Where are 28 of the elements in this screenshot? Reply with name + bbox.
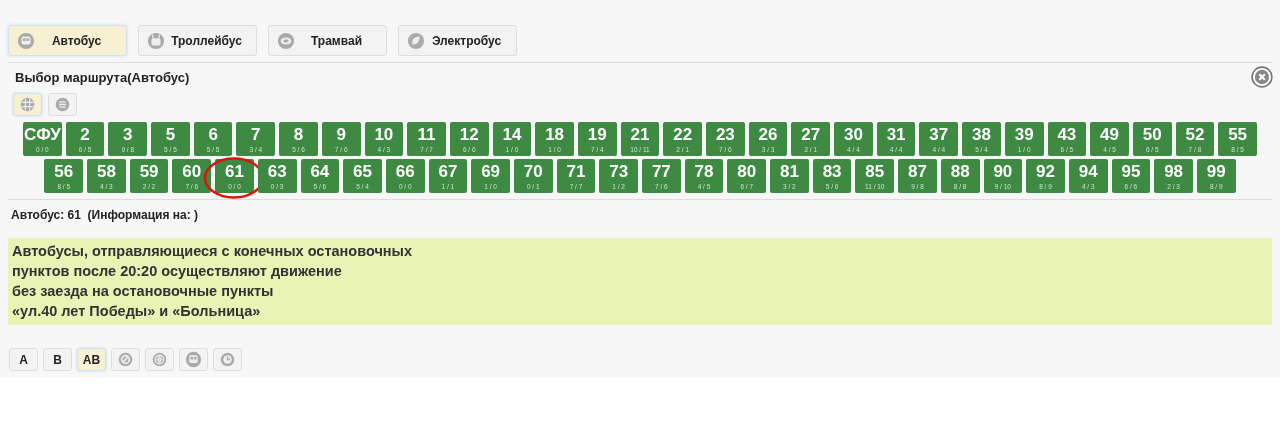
direction-button[interactable] — [145, 348, 174, 371]
direction-button[interactable]: B — [43, 348, 72, 371]
transport-tab[interactable]: Электробус — [398, 25, 517, 56]
direction-button[interactable] — [179, 348, 208, 371]
close-icon — [1251, 66, 1273, 88]
panel-title: Выбор маршрута(Автобус) — [15, 69, 190, 85]
list-icon — [54, 96, 71, 113]
clock-icon — [219, 351, 236, 368]
tram-icon — [277, 31, 295, 50]
direction-button[interactable]: A — [9, 348, 38, 371]
bus-icon — [17, 31, 35, 50]
view-toggle[interactable] — [48, 93, 77, 116]
close-button[interactable] — [1251, 66, 1273, 88]
direction-button[interactable] — [111, 348, 140, 371]
leaf-icon — [407, 31, 425, 50]
no-entry-icon — [117, 351, 134, 368]
grid-icon — [19, 96, 36, 113]
route-info: Автобус: 61 (Информация на: ) — [10, 207, 200, 222]
view-toggle[interactable] — [13, 93, 42, 116]
direction-button[interactable] — [213, 348, 242, 371]
direction-button[interactable]: AB — [77, 348, 106, 371]
transport-tab[interactable]: Трамвай — [268, 25, 387, 56]
notice-text: Автобусы, отправляющиеся с конечных остановочных пунктов после 20:20 осуществляют движение без заезда на остановочные пункты «ул.40 лет Победы» и «Больница» — [8, 238, 1272, 325]
bus-icon — [185, 351, 202, 368]
transport-tab[interactable]: Троллейбус — [138, 25, 257, 56]
transport-tab[interactable]: Автобус — [8, 25, 127, 56]
target-icon — [151, 351, 168, 368]
trolleybus-icon — [147, 31, 165, 50]
